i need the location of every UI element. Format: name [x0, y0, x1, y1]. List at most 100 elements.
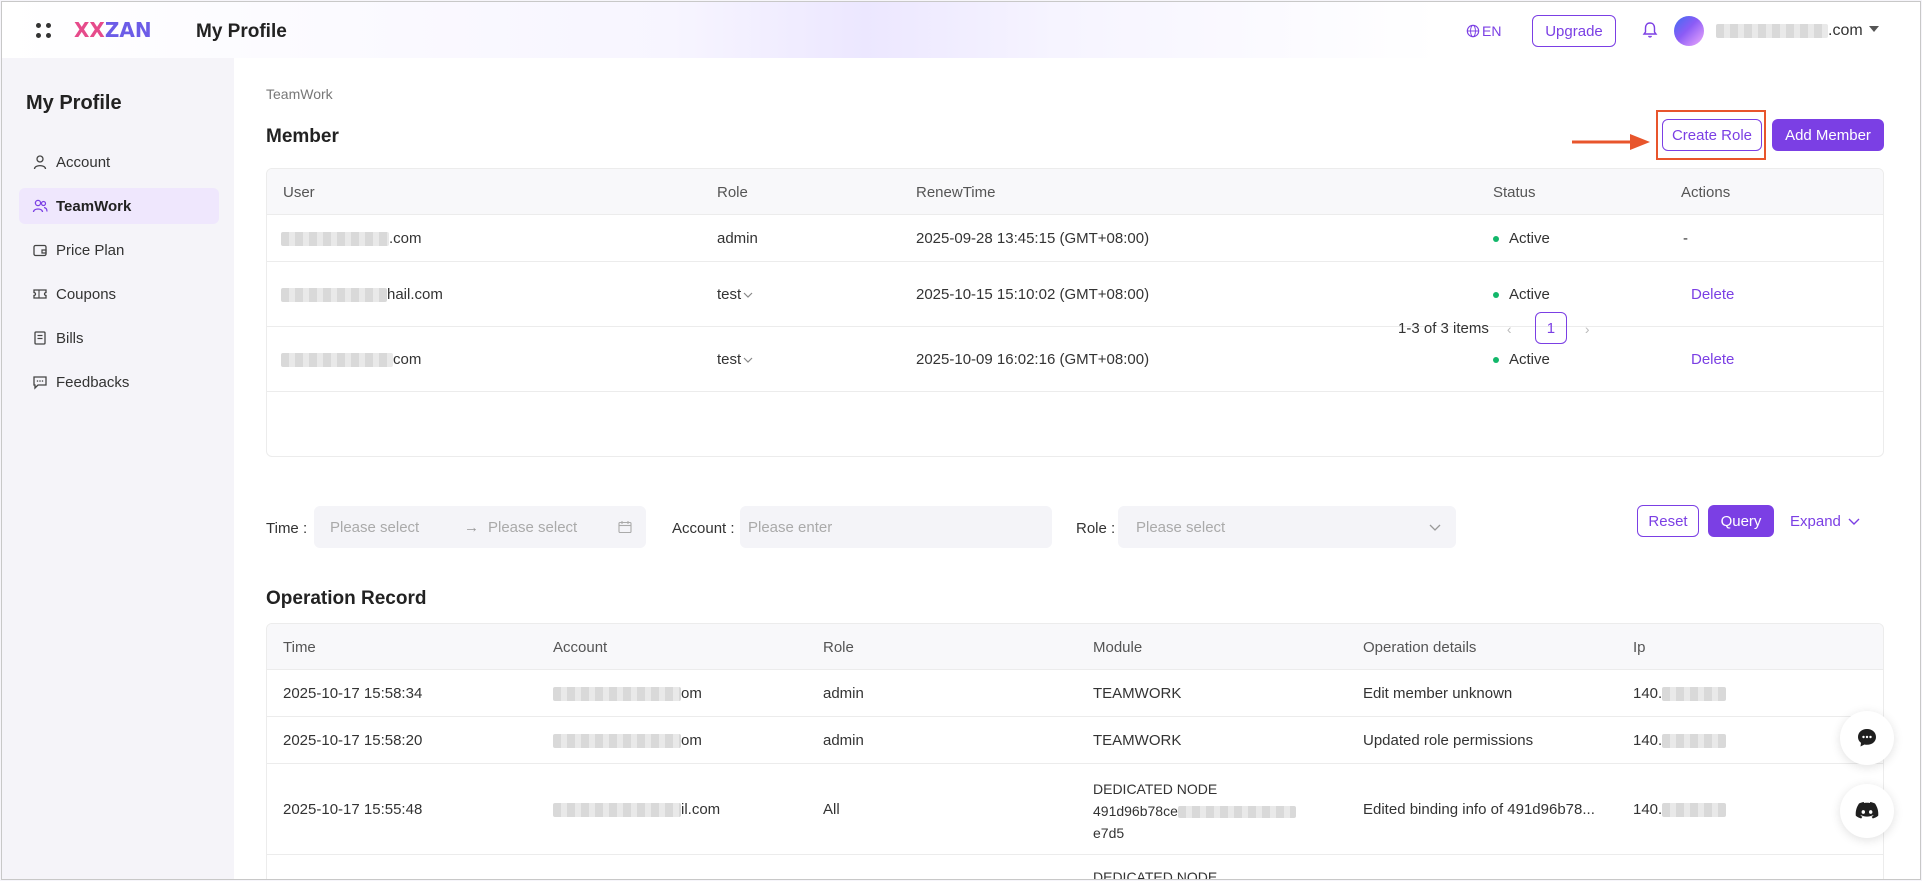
column-header: Status [1493, 184, 1536, 201]
sidebar-item-coupons[interactable]: Coupons [19, 276, 219, 312]
calendar-icon [618, 521, 632, 534]
create-role-button[interactable]: Create Role [1662, 119, 1762, 151]
status-dot [1493, 236, 1499, 243]
status-cell: Active [1493, 351, 1550, 368]
user-email-suffix: hail.com [387, 286, 443, 303]
chat-button[interactable] [1840, 711, 1894, 765]
sidebar-item-label: Bills [56, 329, 84, 347]
discord-icon [1855, 802, 1879, 819]
table-row: 2025-10-17 15:55:48 il.com All DEDICATED… [267, 764, 1883, 855]
delete-link[interactable]: Delete [1691, 286, 1734, 303]
role-cell: admin [823, 732, 864, 749]
query-button[interactable]: Query [1708, 505, 1774, 537]
bell-icon[interactable] [1642, 21, 1658, 39]
column-header: Role [717, 184, 748, 201]
column-header: Actions [1681, 184, 1731, 201]
status-cell: Active [1493, 230, 1550, 247]
page-title: My Profile [196, 21, 287, 42]
sidebar-item-account[interactable]: Account [19, 144, 219, 180]
account-placeholder: Please enter [748, 518, 833, 536]
column-header: User [283, 184, 315, 201]
role-select[interactable]: test [717, 351, 753, 368]
time-cell: 2025-10-17 15:55:48 [283, 801, 423, 818]
account-cell: om [553, 685, 702, 702]
chevron-down-icon [743, 357, 753, 363]
table-row: com test 2025-10-09 16:02:16 (GMT+08:00)… [267, 327, 1883, 392]
sidebar-item-label: Account [56, 153, 111, 171]
globe-icon [1466, 24, 1480, 38]
app-window: XXZAN My Profile EN Upgrade .com My Prof… [1, 1, 1921, 880]
account-dropdown-icon[interactable] [1869, 26, 1879, 32]
sidebar-item-teamwork[interactable]: TeamWork [19, 188, 219, 224]
account-email[interactable]: .com [1716, 22, 1863, 40]
sidebar-item-feedbacks[interactable]: Feedbacks [19, 364, 219, 400]
redacted-account [553, 734, 681, 749]
ip-prefix: 140. [1633, 732, 1663, 749]
sidebar-item-price-plan[interactable]: Price Plan [19, 232, 219, 268]
account-suffix: il.com [681, 801, 721, 818]
redacted-email [281, 288, 387, 303]
status-cell: Active [1493, 286, 1550, 303]
details-cell: Edit member unknown [1363, 685, 1513, 702]
avatar[interactable] [1674, 16, 1704, 46]
redacted-ip [1662, 803, 1727, 818]
language-switcher[interactable]: EN [1466, 23, 1501, 39]
sidebar-item-label: Feedbacks [56, 373, 130, 391]
logo[interactable]: XXZAN [74, 18, 152, 42]
column-header: Operation details [1363, 639, 1477, 656]
upgrade-button[interactable]: Upgrade [1532, 15, 1616, 47]
delete-link[interactable]: Delete [1691, 351, 1734, 368]
ip-prefix: 140. [1633, 801, 1663, 818]
member-table: User Role RenewTime Status Actions .com … [266, 168, 1884, 457]
sidebar-item-bills[interactable]: Bills [19, 320, 219, 356]
account-input[interactable]: Please enter [740, 506, 1052, 548]
chevron-left-icon[interactable]: ‹ [1507, 321, 1521, 337]
sidebar-item-label: Price Plan [56, 241, 125, 259]
role-cell: admin [717, 230, 758, 247]
redacted-email [281, 353, 393, 368]
ip-prefix: 140. [1633, 685, 1663, 702]
module-line: 491d96b78ce [1093, 800, 1296, 822]
apps-grid-icon[interactable] [36, 23, 52, 39]
ticket-icon [33, 289, 47, 299]
role-select[interactable]: test [717, 286, 753, 303]
module-line: DEDICATED NODE [1093, 781, 1218, 797]
sidebar-title: My Profile [26, 92, 122, 114]
table-row: 2025-10-17 15:58:20 om admin TEAMWORK Up… [267, 717, 1883, 764]
member-section-title: Member [266, 126, 339, 147]
details-cell: Edited binding info of 491d96b78... [1363, 801, 1595, 818]
time-range-picker[interactable]: Please select → Please select [314, 506, 646, 548]
role-select[interactable]: Please select [1118, 506, 1456, 548]
main-content: TeamWork Member Create Role Add Member U… [234, 58, 1920, 879]
chevron-down-icon [1429, 524, 1441, 531]
redacted-ip [1662, 734, 1727, 749]
module-cell: DEDICATED NODE 491d96b78ce e7d5 [1093, 778, 1296, 844]
sidebar-item-label: TeamWork [56, 197, 132, 215]
redacted-email [1716, 24, 1828, 38]
page-number-button[interactable]: 1 [1534, 312, 1567, 344]
column-header: Module [1093, 639, 1143, 656]
table-row: DEDICATED NODE [267, 855, 1883, 879]
role-value: test [717, 351, 742, 368]
expand-toggle[interactable]: Expand [1790, 513, 1861, 530]
role-value: test [717, 286, 742, 303]
redacted-id [1177, 806, 1296, 819]
language-label: EN [1482, 23, 1502, 39]
role-filter-label: Role : [1076, 520, 1116, 537]
operation-table: Time Account Role Module Operation detai… [266, 623, 1884, 879]
chevron-right-icon[interactable]: › [1585, 321, 1599, 337]
account-suffix: om [681, 732, 702, 749]
add-member-button[interactable]: Add Member [1772, 119, 1884, 151]
status-text: Active [1509, 230, 1550, 247]
discord-button[interactable] [1840, 784, 1894, 838]
time-filter-label: Time : [266, 520, 308, 537]
reset-button[interactable]: Reset [1637, 505, 1699, 537]
user-icon [33, 155, 47, 170]
user-cell: com [281, 351, 421, 368]
account-suffix: om [681, 685, 702, 702]
status-dot [1493, 292, 1499, 299]
annotation-arrow-icon [1572, 134, 1650, 150]
sidebar-item-label: Coupons [56, 285, 117, 303]
breadcrumb[interactable]: TeamWork [266, 86, 333, 102]
logo-text: ZAN [104, 18, 152, 42]
